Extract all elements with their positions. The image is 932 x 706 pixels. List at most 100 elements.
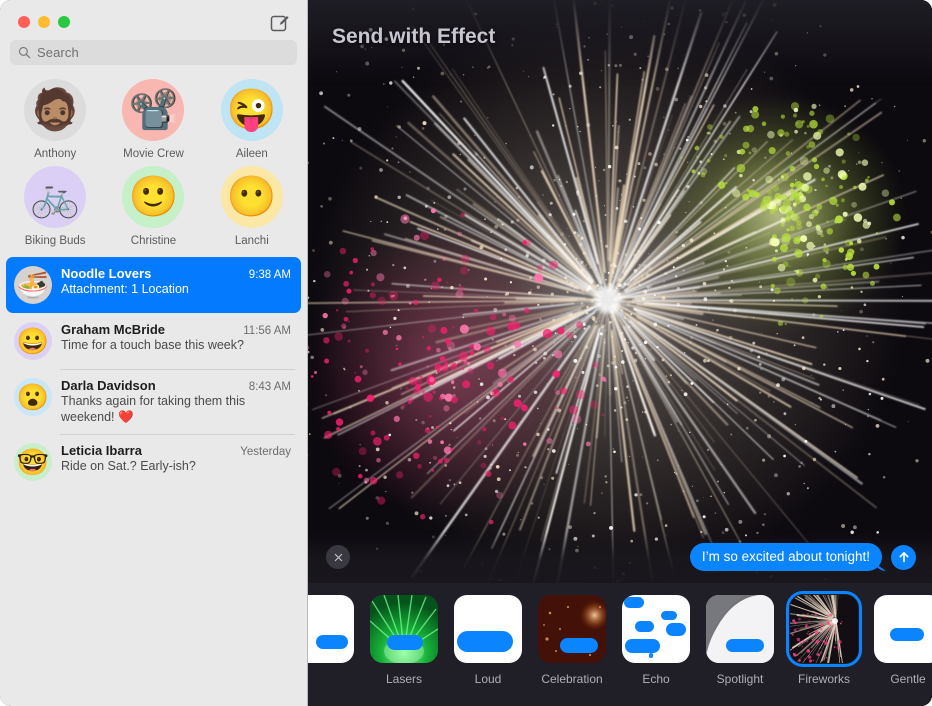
memoji-lanchi-icon: 😶 (227, 177, 277, 217)
search-input[interactable]: Search (10, 40, 297, 65)
zoom-window-button[interactable] (58, 16, 70, 28)
conversation-preview: Ride on Sat.? Early-ish? (61, 459, 291, 475)
avatar: 🤓 (14, 443, 52, 481)
pinned-item-label: Biking Buds (25, 235, 86, 247)
close-x-icon[interactable] (326, 545, 350, 569)
effect-item-partial[interactable] (308, 595, 354, 672)
pinned-item-anthony[interactable]: 🧔🏽 Anthony (6, 79, 104, 160)
memoji-aileen-icon: 😜 (227, 90, 277, 130)
pinned-item-christine[interactable]: 🙂 Christine (104, 166, 202, 247)
pinned-item-aileen[interactable]: 😜 Aileen (203, 79, 301, 160)
conversation-timestamp: 9:38 AM (249, 269, 291, 281)
effect-item-gentle[interactable]: Gentle (874, 595, 932, 686)
memoji-anthony-icon: 🧔🏽 (30, 90, 80, 130)
effect-thumbnail (370, 595, 438, 663)
effect-label: Celebration (541, 672, 602, 686)
avatar: 😜 (221, 79, 283, 141)
avatar: 🍜 (14, 266, 52, 304)
effect-thumbnail (706, 595, 774, 663)
conversation-title: Leticia Ibarra (61, 443, 142, 458)
pinned-item-label: Movie Crew (123, 148, 184, 160)
pinned-item-label: Aileen (236, 148, 268, 160)
conversation-content: Leticia Ibarra Yesterday Ride on Sat.? E… (61, 443, 291, 481)
effect-preview-pane: Send with Effect I’m so excited about to… (308, 0, 932, 706)
effect-thumbnail (308, 595, 354, 663)
avatar: 🧔🏽 (24, 79, 86, 141)
conversation-preview: Attachment: 1 Location (61, 282, 291, 298)
sidebar: Search 🧔🏽 Anthony 📽️ Movie Crew 😜 Aileen… (0, 0, 308, 706)
effect-item-celebration[interactable]: Celebration (538, 595, 606, 686)
pinned-item-label: Anthony (34, 148, 76, 160)
pinned-item-label: Lanchi (235, 235, 269, 247)
avatar: 😮 (14, 378, 52, 416)
pinned-item-lanchi[interactable]: 😶 Lanchi (203, 166, 301, 247)
conversation-timestamp: 11:56 AM (243, 325, 291, 337)
effect-item-lasers[interactable]: Lasers (370, 595, 438, 686)
message-compose-bar: I’m so excited about tonight! (308, 531, 932, 583)
memoji-leticia-icon: 🤓 (17, 449, 49, 475)
effect-label: Echo (642, 672, 669, 686)
conversation-row-darla-davidson[interactable]: 😮 Darla Davidson 8:43 AM Thanks again fo… (6, 369, 301, 434)
lasers-thumbnail-graphic (370, 595, 438, 663)
pinned-item-biking-buds[interactable]: 🚲 Biking Buds (6, 166, 104, 247)
conversation-row-leticia-ibarra[interactable]: 🤓 Leticia Ibarra Yesterday Ride on Sat.?… (6, 434, 301, 490)
memoji-darla-icon: 😮 (17, 384, 49, 410)
effect-thumbnail (538, 595, 606, 663)
fireworks-thumbnail-graphic (790, 595, 858, 663)
effect-label: Spotlight (717, 672, 764, 686)
avatar: 📽️ (122, 79, 184, 141)
minimize-window-button[interactable] (38, 16, 50, 28)
conversation-title: Noodle Lovers (61, 266, 151, 281)
search-placeholder: Search (37, 45, 79, 60)
pinned-conversations: 🧔🏽 Anthony 📽️ Movie Crew 😜 Aileen 🚲 Biki… (0, 65, 307, 249)
effect-thumbnail (454, 595, 522, 663)
avatar: 😶 (221, 166, 283, 228)
avatar: 😀 (14, 322, 52, 360)
effect-label: Gentle (890, 672, 925, 686)
effect-item-echo[interactable]: Echo (622, 595, 690, 686)
ramen-bowl-icon: 🍜 (17, 272, 49, 298)
conversation-content: Darla Davidson 8:43 AM Thanks again for … (61, 378, 291, 425)
avatar: 🙂 (122, 166, 184, 228)
titlebar (0, 0, 307, 40)
effect-label: Lasers (386, 672, 422, 686)
effect-thumbnail (622, 595, 690, 663)
memoji-christine-icon: 🙂 (129, 177, 179, 217)
conversation-timestamp: 8:43 AM (249, 381, 291, 393)
effect-thumbnail (790, 595, 858, 663)
conversation-header: Noodle Lovers 9:38 AM (61, 266, 291, 281)
compose-pencil-square-icon[interactable] (270, 13, 290, 33)
effect-item-fireworks[interactable]: Fireworks (790, 595, 858, 686)
conversation-header: Darla Davidson 8:43 AM (61, 378, 291, 393)
pinned-item-label: Christine (131, 235, 176, 247)
memoji-graham-icon: 😀 (17, 328, 49, 354)
conversation-content: Graham McBride 11:56 AM Time for a touch… (61, 322, 291, 360)
outgoing-message-group: I’m so excited about tonight! (690, 543, 916, 571)
effect-thumbnail (874, 595, 932, 663)
conversation-row-noodle-lovers[interactable]: 🍜 Noodle Lovers 9:38 AM Attachment: 1 Lo… (6, 257, 301, 313)
messages-window: Search 🧔🏽 Anthony 📽️ Movie Crew 😜 Aileen… (0, 0, 932, 706)
conversation-preview: Time for a touch base this week? (61, 338, 291, 354)
effect-item-spotlight[interactable]: Spotlight (706, 595, 774, 686)
message-bubble[interactable]: I’m so excited about tonight! (690, 543, 882, 571)
page-title: Send with Effect (332, 25, 495, 49)
effect-item-loud[interactable]: Loud (454, 595, 522, 686)
conversation-content: Noodle Lovers 9:38 AM Attachment: 1 Loca… (61, 266, 291, 304)
bicycle-icon: 🚲 (30, 177, 80, 217)
spotlight-thumbnail-graphic (706, 595, 774, 663)
conversation-title: Graham McBride (61, 322, 165, 337)
conversation-header: Graham McBride 11:56 AM (61, 322, 291, 337)
conversation-header: Leticia Ibarra Yesterday (61, 443, 291, 458)
avatar: 🚲 (24, 166, 86, 228)
effects-picker[interactable]: Lasers Loud Celebration Echo Spotlight F… (308, 583, 932, 706)
close-window-button[interactable] (18, 16, 30, 28)
pinned-item-movie-crew[interactable]: 📽️ Movie Crew (104, 79, 202, 160)
conversation-title: Darla Davidson (61, 378, 156, 393)
conversation-timestamp: Yesterday (240, 446, 291, 458)
conversation-preview: Thanks again for taking them this weeken… (61, 394, 291, 425)
conversation-row-graham-mcbride[interactable]: 😀 Graham McBride 11:56 AM Time for a tou… (6, 313, 301, 369)
effect-label: Fireworks (798, 672, 850, 686)
send-arrow-up-icon[interactable] (891, 545, 916, 570)
movie-projector-icon: 📽️ (129, 90, 179, 130)
search-bar[interactable]: Search (0, 40, 307, 65)
